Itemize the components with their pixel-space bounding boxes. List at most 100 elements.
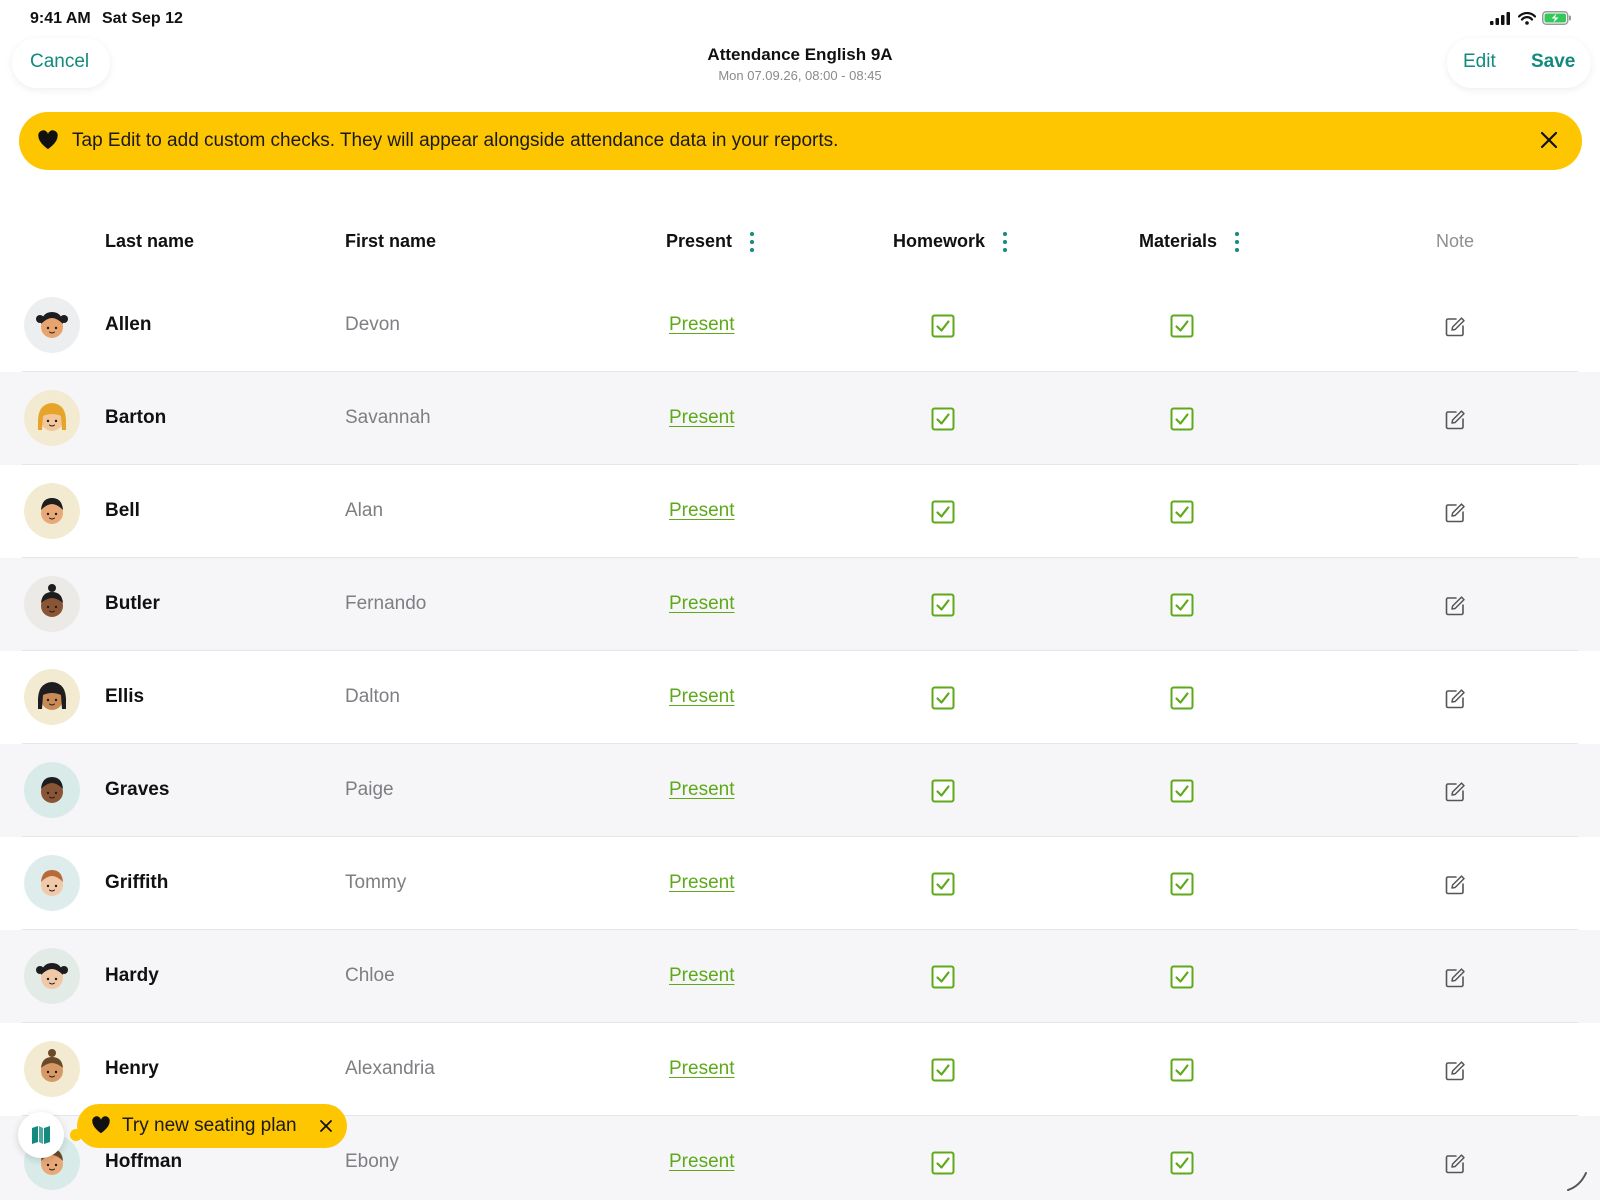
homework-checkbox-icon[interactable] bbox=[931, 500, 955, 524]
table-row[interactable]: Henry Alexandria Present bbox=[0, 1023, 1600, 1116]
battery-charging-icon bbox=[1542, 11, 1571, 25]
first-name-cell: Dalton bbox=[345, 686, 400, 707]
seating-plan-toast[interactable]: Try new seating plan bbox=[77, 1104, 347, 1148]
attendance-status-link[interactable]: Present bbox=[669, 593, 734, 615]
header-homework: Homework bbox=[893, 231, 986, 251]
note-edit-icon[interactable] bbox=[1444, 874, 1466, 896]
homework-checkbox-icon[interactable] bbox=[931, 1151, 955, 1175]
heart-icon bbox=[38, 130, 58, 150]
student-avatar bbox=[24, 948, 80, 1004]
attendance-status-link[interactable]: Present bbox=[669, 1058, 734, 1080]
header-present: Present bbox=[666, 231, 733, 251]
note-edit-icon[interactable] bbox=[1444, 316, 1466, 338]
map-icon bbox=[32, 1126, 50, 1144]
note-edit-icon[interactable] bbox=[1444, 688, 1466, 710]
student-avatar bbox=[24, 297, 80, 353]
homework-checkbox-icon[interactable] bbox=[931, 407, 955, 431]
homework-checkbox-icon[interactable] bbox=[931, 1058, 955, 1082]
last-name-cell: Henry bbox=[105, 1058, 159, 1079]
cancel-button[interactable]: Cancel bbox=[30, 51, 89, 73]
attendance-status-link[interactable]: Present bbox=[669, 779, 734, 801]
student-avatar bbox=[24, 576, 80, 632]
homework-checkbox-icon[interactable] bbox=[931, 593, 955, 617]
first-name-cell: Ebony bbox=[345, 1151, 399, 1172]
header-note: Note bbox=[1436, 231, 1475, 251]
close-icon[interactable] bbox=[1538, 129, 1560, 151]
seating-plan-toast-text: Try new seating plan bbox=[122, 1115, 297, 1136]
table-row[interactable]: Hardy Chloe Present bbox=[0, 930, 1600, 1023]
table-row[interactable]: Graves Paige Present bbox=[0, 744, 1600, 837]
attendance-status-link[interactable]: Present bbox=[669, 686, 734, 708]
note-edit-icon[interactable] bbox=[1444, 595, 1466, 617]
student-avatar bbox=[24, 1041, 80, 1097]
materials-checkbox-icon[interactable] bbox=[1170, 686, 1194, 710]
table-row[interactable]: Ellis Dalton Present bbox=[0, 651, 1600, 744]
status-bar: 9:41 AM Sat Sep 12 bbox=[0, 0, 1600, 36]
attendance-status-link[interactable]: Present bbox=[669, 407, 734, 429]
attendance-status-link[interactable]: Present bbox=[669, 314, 734, 336]
materials-checkbox-icon[interactable] bbox=[1170, 1151, 1194, 1175]
materials-checkbox-icon[interactable] bbox=[1170, 1058, 1194, 1082]
close-icon[interactable] bbox=[319, 1119, 333, 1133]
attendance-status-link[interactable]: Present bbox=[669, 500, 734, 522]
page-subtitle: Mon 07.09.26, 08:00 - 08:45 bbox=[718, 68, 882, 83]
first-name-cell: Paige bbox=[345, 779, 394, 800]
attendance-status-link[interactable]: Present bbox=[669, 1151, 734, 1173]
first-name-cell: Chloe bbox=[345, 965, 395, 986]
attendance-status-link[interactable]: Present bbox=[669, 965, 734, 987]
first-name-cell: Devon bbox=[345, 314, 400, 335]
header-first-name[interactable]: First name bbox=[345, 231, 436, 252]
seating-plan-button[interactable] bbox=[18, 1112, 64, 1158]
materials-checkbox-icon[interactable] bbox=[1170, 407, 1194, 431]
edit-button[interactable]: Edit bbox=[1463, 51, 1496, 73]
first-name-cell: Savannah bbox=[345, 407, 431, 428]
table-row[interactable]: Barton Savannah Present bbox=[0, 372, 1600, 465]
last-name-cell: Griffith bbox=[105, 872, 169, 893]
present-options-icon[interactable] bbox=[750, 232, 754, 252]
banner-text: Tap Edit to add custom checks. They will… bbox=[72, 130, 839, 151]
title-block: Attendance English 9A Mon 07.09.26, 08:0… bbox=[600, 45, 1000, 83]
heart-icon bbox=[92, 1116, 110, 1134]
materials-checkbox-icon[interactable] bbox=[1170, 965, 1194, 989]
status-icons bbox=[1490, 11, 1572, 25]
table-row[interactable]: Griffith Tommy Present bbox=[0, 837, 1600, 930]
materials-options-icon[interactable] bbox=[1235, 232, 1239, 252]
last-name-cell: Allen bbox=[105, 314, 152, 335]
student-avatar bbox=[24, 390, 80, 446]
materials-checkbox-icon[interactable] bbox=[1170, 314, 1194, 338]
header-last-name[interactable]: Last name bbox=[105, 231, 194, 252]
note-edit-icon[interactable] bbox=[1444, 502, 1466, 524]
homework-checkbox-icon[interactable] bbox=[931, 779, 955, 803]
homework-checkbox-icon[interactable] bbox=[931, 686, 955, 710]
save-button[interactable]: Save bbox=[1531, 51, 1575, 73]
first-name-cell: Fernando bbox=[345, 593, 427, 614]
last-name-cell: Butler bbox=[105, 593, 160, 614]
edit-save-pill: Edit Save bbox=[1447, 38, 1591, 88]
table-row[interactable]: Butler Fernando Present bbox=[0, 558, 1600, 651]
note-edit-icon[interactable] bbox=[1444, 1153, 1466, 1175]
first-name-cell: Tommy bbox=[345, 872, 407, 893]
table-row[interactable]: Bell Alan Present bbox=[0, 465, 1600, 558]
attendance-status-link[interactable]: Present bbox=[669, 872, 734, 894]
homework-checkbox-icon[interactable] bbox=[931, 314, 955, 338]
table-row[interactable]: Allen Devon Present bbox=[0, 279, 1600, 372]
materials-checkbox-icon[interactable] bbox=[1170, 593, 1194, 617]
materials-checkbox-icon[interactable] bbox=[1170, 500, 1194, 524]
student-avatar bbox=[24, 669, 80, 725]
note-edit-icon[interactable] bbox=[1444, 781, 1466, 803]
last-name-cell: Barton bbox=[105, 407, 167, 428]
note-edit-icon[interactable] bbox=[1444, 409, 1466, 431]
first-name-cell: Alan bbox=[345, 500, 384, 521]
homework-checkbox-icon[interactable] bbox=[931, 965, 955, 989]
homework-options-icon[interactable] bbox=[1003, 232, 1007, 252]
header-materials: Materials bbox=[1139, 231, 1218, 251]
student-avatar bbox=[24, 762, 80, 818]
materials-checkbox-icon[interactable] bbox=[1170, 872, 1194, 896]
homework-checkbox-icon[interactable] bbox=[931, 872, 955, 896]
last-name-cell: Hardy bbox=[105, 965, 159, 986]
note-edit-icon[interactable] bbox=[1444, 1060, 1466, 1082]
last-name-cell: Hoffman bbox=[105, 1151, 183, 1172]
wifi-icon bbox=[1518, 11, 1536, 25]
note-edit-icon[interactable] bbox=[1444, 967, 1466, 989]
materials-checkbox-icon[interactable] bbox=[1170, 779, 1194, 803]
